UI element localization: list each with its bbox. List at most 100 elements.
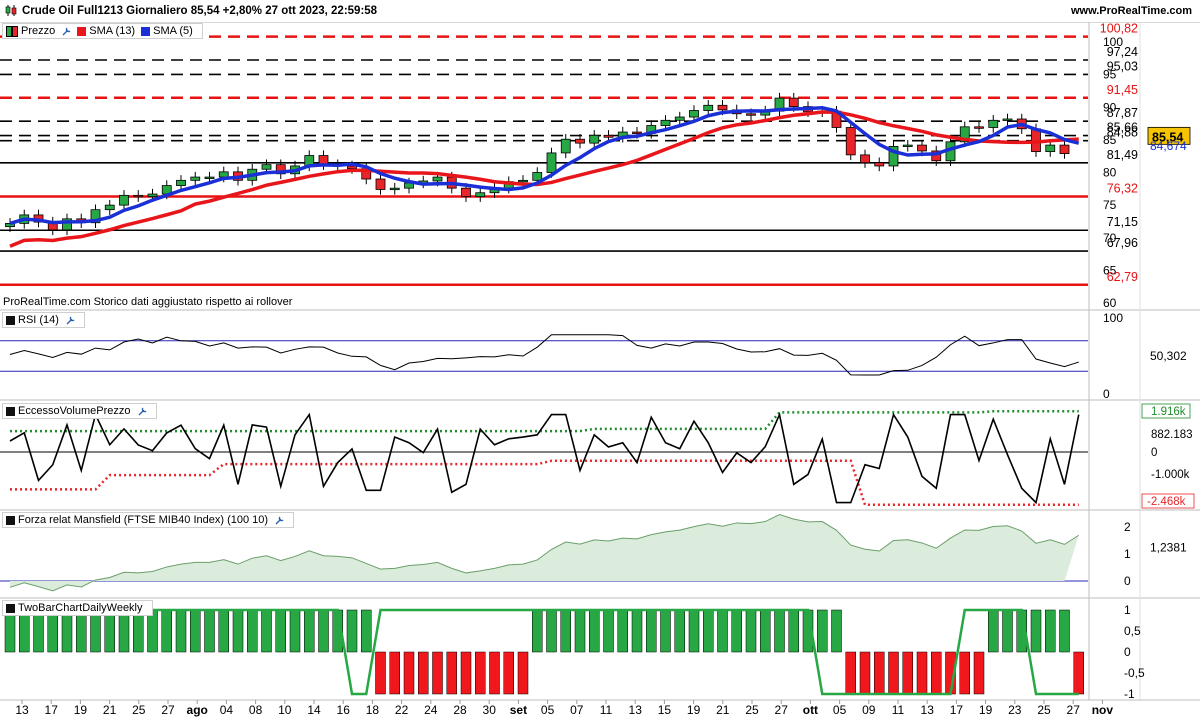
twobar-up [133, 609, 144, 653]
wrench-icon[interactable] [65, 315, 76, 326]
twobar-up [318, 609, 329, 653]
mansfield-value: 1,2381 [1150, 541, 1187, 555]
level-label: 91,45 [1107, 83, 1138, 97]
candle-up [218, 171, 229, 178]
x-axis-label: 05 [541, 703, 555, 717]
candle-up [176, 179, 186, 186]
candle-down [632, 131, 642, 134]
twobar-down [503, 651, 514, 695]
twobar-up [175, 609, 187, 653]
chart-canvas[interactable]: 1009590858075706560100,8297,2495,0391,45… [0, 0, 1200, 720]
sma5-line [9, 106, 1080, 226]
twobar-up [560, 609, 571, 653]
candle-down [1059, 144, 1070, 154]
volume-legend[interactable]: EccessoVolumePrezzo [2, 403, 157, 419]
candle-down [746, 113, 756, 116]
candle-down [788, 97, 799, 107]
twobar-up [204, 609, 215, 653]
twobar-up [532, 609, 543, 653]
twobar-down [931, 651, 942, 695]
x-axis-label: ott [803, 703, 818, 717]
x-axis-label: 24 [424, 703, 438, 717]
wrench-icon[interactable] [137, 406, 148, 417]
candle-up [988, 119, 999, 128]
twobar-down [375, 651, 386, 695]
x-axis-label: 25 [745, 703, 759, 717]
price-footnote: ProRealTime.com Storico dati aggiustato … [3, 296, 293, 308]
twobar-up [631, 609, 643, 653]
volume-tick: -1.000k [1151, 469, 1190, 481]
candle-up [518, 179, 528, 183]
candle-up [660, 119, 671, 126]
twobar-legend[interactable]: TwoBarChartDailyWeekly [2, 600, 153, 616]
twobar-up [731, 609, 742, 653]
twobar-up [1002, 609, 1013, 653]
x-axis-label: 09 [862, 703, 876, 717]
twobar-up [247, 609, 258, 653]
volume-upper-band [10, 410, 1079, 433]
candle-down [874, 162, 885, 167]
twobar-up [104, 609, 115, 653]
x-axis-label: set [510, 703, 527, 717]
level-label: 100,82 [1100, 22, 1138, 36]
candle-down [375, 178, 386, 190]
mansfield-y-tick: 2 [1124, 520, 1131, 534]
twobar-down [845, 651, 856, 695]
candle-down [860, 154, 870, 164]
twobar-up [118, 609, 130, 653]
volume-value: 882.183 [1151, 429, 1193, 441]
candle-up [261, 164, 272, 170]
twobar-down [1073, 651, 1084, 695]
twobar-y-tick: 0,5 [1124, 624, 1141, 638]
price-legend-label: Prezzo [21, 25, 56, 37]
twobar-up [745, 609, 757, 653]
mansfield-y-tick: 0 [1124, 574, 1131, 588]
twobar-up [788, 609, 799, 653]
twobar-legend-label: TwoBarChartDailyWeekly [18, 602, 143, 614]
x-axis-label: 08 [249, 703, 263, 717]
candle-up [532, 172, 543, 181]
level-label: 81,49 [1107, 148, 1138, 162]
twobar-up [703, 609, 714, 653]
candle-down [717, 104, 728, 111]
candle-up [119, 194, 129, 206]
x-axis-label: 10 [278, 703, 292, 717]
x-axis-label: 18 [366, 703, 380, 717]
twobar-down [489, 651, 500, 695]
twobar-down [403, 651, 415, 695]
level-label: 67,96 [1107, 236, 1138, 250]
twobar-down [916, 651, 928, 695]
x-axis-label: 05 [833, 703, 847, 717]
twobar-up [774, 609, 785, 653]
candle-up [703, 104, 714, 111]
mansfield-y-tick: 1 [1124, 547, 1131, 561]
twobar-up [574, 609, 586, 653]
x-axis-label: 15 [658, 703, 672, 717]
sma5-value: 84,674 [1150, 139, 1187, 153]
twobar-up [617, 609, 628, 653]
wrench-icon[interactable] [274, 515, 285, 526]
twobar-up [817, 609, 828, 653]
candle-up [902, 144, 913, 147]
x-axis-label: 14 [307, 703, 321, 717]
volume-line [9, 411, 1080, 505]
x-axis-label: 17 [45, 703, 59, 717]
level-label: 62,79 [1107, 270, 1138, 284]
x-axis-label: 04 [220, 703, 234, 717]
x-axis-label: 22 [395, 703, 409, 717]
twobar-up [90, 609, 101, 653]
x-axis-label: 16 [337, 703, 351, 717]
mansfield-legend[interactable]: Forza relat Mansfield (FTSE MIB40 Index)… [2, 512, 295, 528]
price-legend[interactable]: Prezzo SMA (13) SMA (5) [2, 23, 203, 39]
candle-up [147, 193, 158, 198]
x-axis-label: 17 [950, 703, 964, 717]
wrench-icon[interactable] [61, 26, 72, 37]
twobar-down [446, 651, 457, 695]
level-label: 76,32 [1107, 182, 1138, 196]
x-axis-label: 25 [132, 703, 146, 717]
twobar-down [460, 651, 472, 695]
twobar-up [19, 609, 30, 653]
sma5-legend-label: SMA (5) [153, 25, 193, 37]
volume-lower-value: -2.468k [1147, 496, 1186, 508]
rsi-legend[interactable]: RSI (14) [2, 312, 85, 328]
